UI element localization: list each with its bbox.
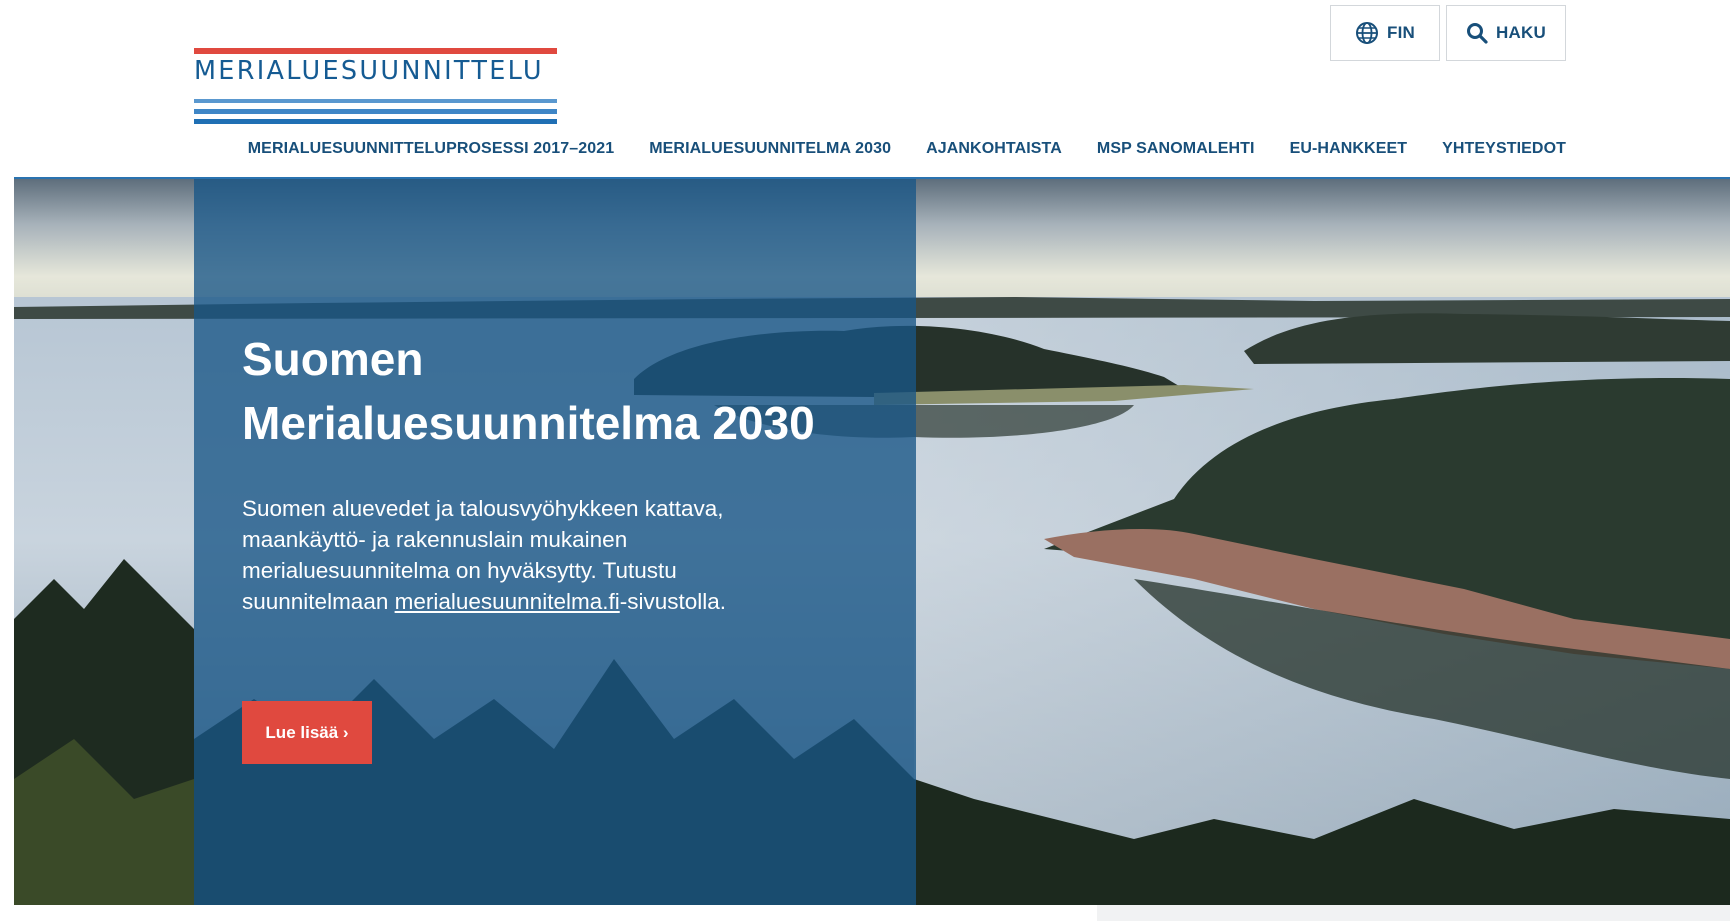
read-more-button[interactable]: Lue lisää › [242,701,372,764]
nav-item-eu-projects[interactable]: EU-HANKKEET [1290,140,1408,158]
hero-title: Suomen Merialuesuunnitelma 2030 [242,327,882,455]
nav-item-plan-2030[interactable]: MERIALUESUUNNITELMA 2030 [649,140,891,158]
hero-title-line1: Suomen [242,333,424,385]
site-logo[interactable]: MERIALUESUUNNITTELU [194,48,557,124]
logo-text: MERIALUESUUNNITTELU [194,56,544,86]
search-label: HAKU [1496,23,1546,42]
hero-description-suffix: -sivustolla. [619,589,727,614]
logo-blue-stripe [194,119,557,124]
hero-description: Suomen aluevedet ja talousvyöhykkeen kat… [242,493,802,617]
search-icon [1466,22,1488,44]
hero-description-link[interactable]: merialuesuunnitelma.fi [395,589,620,614]
nav-item-contact[interactable]: YHTEYSTIEDOT [1442,140,1566,158]
globe-icon [1355,21,1379,45]
language-button[interactable]: FIN [1330,5,1440,61]
hero-title-line2: Merialuesuunnitelma 2030 [242,397,815,449]
hero-section: Suomen Merialuesuunnitelma 2030 Suomen a… [14,179,1730,905]
nav-item-msp-newspaper[interactable]: MSP SANOMALEHTI [1097,140,1255,158]
search-button[interactable]: HAKU [1446,5,1566,61]
logo-red-stripe [194,48,557,54]
bottom-strip [1097,905,1730,921]
logo-blue-stripe [194,109,557,114]
main-nav: MERIALUESUUNNITTELUPROSESSI 2017–2021 ME… [248,140,1566,158]
logo-blue-stripe [194,99,557,103]
language-label: FIN [1387,23,1415,42]
nav-item-news[interactable]: AJANKOHTAISTA [926,140,1062,158]
nav-item-process[interactable]: MERIALUESUUNNITTELUPROSESSI 2017–2021 [248,140,614,158]
